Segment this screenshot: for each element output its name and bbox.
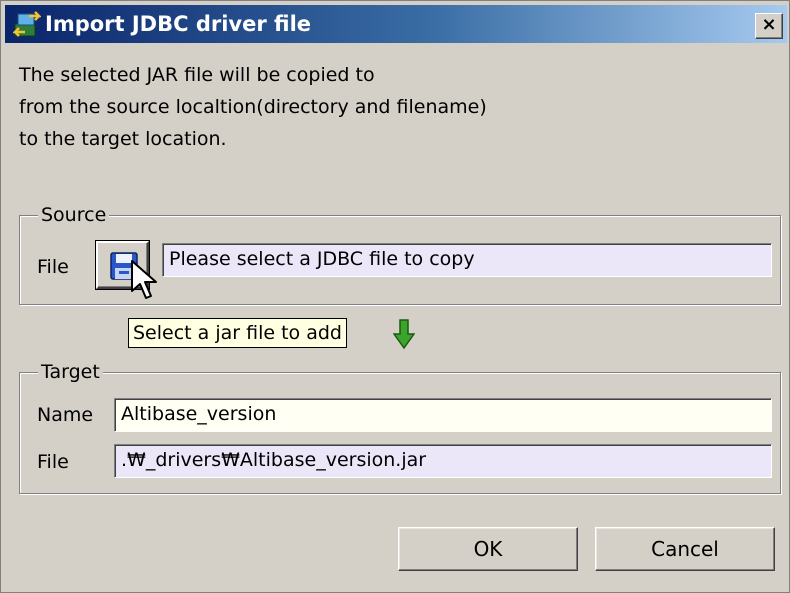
target-file-input[interactable]: .₩_drivers₩Altibase_version.jar xyxy=(114,444,772,478)
source-group-label: Source xyxy=(38,203,110,227)
description-line-3: to the target location. xyxy=(19,128,227,150)
description-text: The selected JAR file will be copied to … xyxy=(19,59,487,155)
mouse-pointer-icon xyxy=(131,260,157,299)
title-bar[interactable]: Import JDBC driver file × xyxy=(5,5,787,43)
close-button[interactable]: × xyxy=(755,13,783,39)
source-file-input[interactable]: Please select a JDBC file to copy xyxy=(162,243,772,277)
target-group-label: Target xyxy=(38,360,103,384)
down-arrow-icon xyxy=(393,319,415,350)
target-name-input[interactable]: Altibase_version xyxy=(114,398,772,432)
ok-button[interactable]: OK xyxy=(398,527,578,571)
source-file-label: File xyxy=(37,256,69,278)
target-name-label: Name xyxy=(37,404,94,426)
target-file-label: File xyxy=(37,451,69,473)
description-line-2: from the source localtion(directory and … xyxy=(19,96,487,118)
cancel-button[interactable]: Cancel xyxy=(595,527,775,571)
window-title: Import JDBC driver file xyxy=(45,12,312,36)
tooltip: Select a jar file to add xyxy=(128,318,347,348)
java-app-icon xyxy=(13,11,41,37)
description-line-1: The selected JAR file will be copied to xyxy=(19,64,375,86)
import-jdbc-dialog: Import JDBC driver file × The selected J… xyxy=(0,0,790,593)
